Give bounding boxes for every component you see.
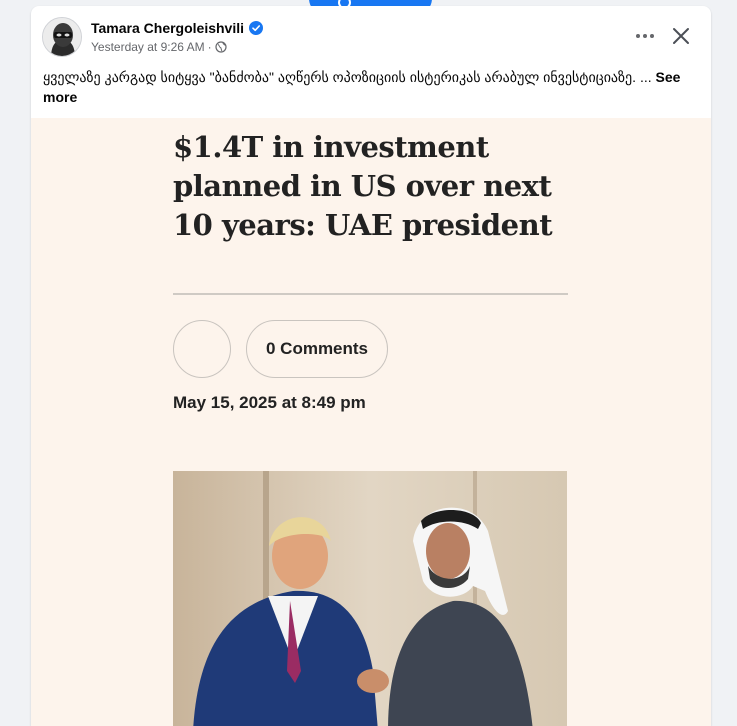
post-header: Tamara Chergoleishvili Yesterday at 9:26…: [31, 6, 711, 66]
post-text: ყველაზე კარგად სიტყვა "ბანძობა" აღწერს ო…: [43, 67, 698, 107]
meta-separator: ·: [207, 40, 212, 54]
post-card: Tamara Chergoleishvili Yesterday at 9:26…: [31, 6, 711, 726]
globe-icon[interactable]: [215, 41, 227, 53]
article-headline: $1.4T in investment planned in US over n…: [173, 130, 553, 242]
close-button[interactable]: [665, 20, 697, 52]
post-body: ყველაზე კარგად სიტყვა "ბანძობა" აღწერს ო…: [43, 69, 652, 85]
article-preview[interactable]: $1.4T in investment planned in US over n…: [31, 118, 711, 726]
author-name-row: Tamara Chergoleishvili: [91, 20, 264, 36]
article-photo: [173, 471, 567, 726]
article-date: May 15, 2025 at 8:49 pm: [173, 393, 366, 412]
verified-badge-icon: [249, 21, 264, 35]
more-options-icon: [636, 34, 654, 38]
author-name[interactable]: Tamara Chergoleishvili: [91, 20, 244, 36]
post-meta: Yesterday at 9:26 AM ·: [91, 40, 227, 54]
avatar[interactable]: [42, 17, 82, 57]
more-options-button[interactable]: [629, 22, 661, 50]
share-circle-button[interactable]: [173, 320, 231, 378]
post-timestamp[interactable]: Yesterday at 9:26 AM: [91, 40, 205, 54]
close-icon: [673, 28, 689, 44]
divider: [173, 293, 568, 295]
comments-button[interactable]: 0 Comments: [246, 320, 388, 378]
